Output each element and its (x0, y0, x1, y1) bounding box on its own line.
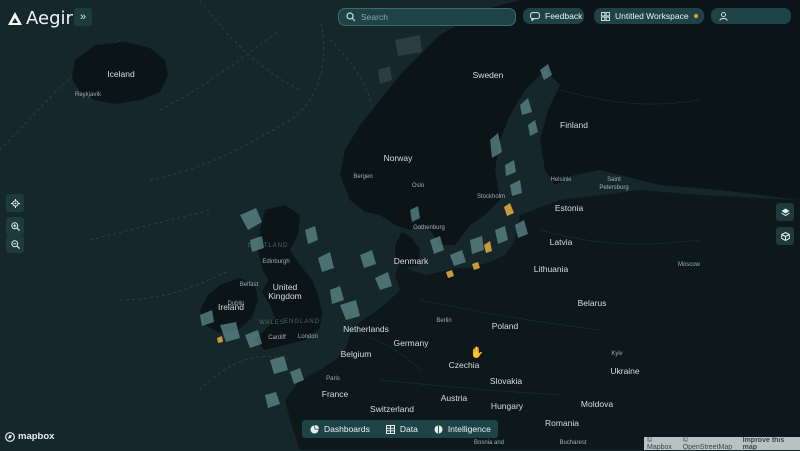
region-label: SCOTLAND (247, 243, 289, 249)
country-label: Poland (491, 321, 519, 331)
city-label: Kyiv (611, 351, 623, 357)
brain-icon (434, 425, 443, 433)
workspace-grid-icon (601, 11, 610, 21)
city-label: Moscow (677, 262, 701, 268)
zoom-in-button[interactable] (6, 217, 24, 235)
user-menu-button[interactable] (711, 8, 791, 24)
city-label: Edinburgh (262, 259, 290, 265)
country-label: Switzerland (370, 404, 414, 414)
mapbox-logo[interactable]: mapbox (5, 431, 54, 442)
country-label: Iceland (107, 69, 135, 79)
map-attribution: © Mapbox © OpenStreetMap Improve this ma… (644, 437, 800, 451)
bottom-navigation: Dashboards Data Intelligence (302, 420, 498, 438)
city-label: Saint (607, 177, 621, 183)
table-icon (385, 424, 395, 434)
country-label: Belarus (577, 298, 607, 308)
country-label: Netherlands (343, 324, 389, 334)
cube-icon (780, 231, 790, 241)
grab-cursor-icon: ✋ (470, 347, 484, 359)
country-label: Romania (544, 418, 580, 428)
country-label: Slovakia (489, 376, 523, 386)
country-label: France (321, 389, 349, 399)
workspace-selector[interactable]: Untitled Workspace (594, 8, 704, 24)
feedback-button[interactable]: Feedback (523, 8, 584, 24)
zoom-in-icon (10, 221, 20, 231)
country-label: Austria (440, 393, 468, 403)
feedback-label: Feedback (545, 11, 583, 21)
search-icon (346, 12, 356, 22)
city-label: Oslo (411, 183, 425, 189)
attribution-improve[interactable]: Improve this map (743, 437, 800, 451)
3d-view-button[interactable] (776, 227, 794, 245)
map-canvas[interactable] (0, 0, 800, 450)
nav-intelligence[interactable]: Intelligence (426, 420, 499, 438)
city-label: Paris (326, 376, 340, 382)
nav-data[interactable]: Data (378, 420, 426, 438)
crosshair-icon (10, 198, 20, 208)
pie-chart-icon (310, 424, 319, 433)
double-chevron-right-icon: » (79, 11, 87, 23)
country-label: Ukraine (610, 366, 640, 376)
country-label: Belgium (340, 349, 372, 359)
country-label: Latvia (549, 237, 573, 247)
expand-sidebar-button[interactable]: » (74, 8, 92, 26)
city-label: London (297, 334, 319, 340)
country-label: Czechia (448, 360, 480, 370)
attribution-mapbox[interactable]: © Mapbox (647, 437, 679, 451)
city-label: Cardiff (268, 335, 286, 341)
aegir-logo-icon (8, 12, 22, 25)
city-label: Petersburg (599, 185, 629, 191)
mapbox-icon (5, 431, 15, 442)
country-label: Sweden (472, 70, 504, 80)
country-label: Lithuania (533, 264, 569, 274)
city-label: Gothenburg (413, 225, 445, 231)
layers-button[interactable] (776, 203, 794, 221)
workspace-label: Untitled Workspace (615, 11, 689, 21)
search-bar[interactable] (338, 8, 516, 26)
city-label: Bosnia and (473, 440, 505, 446)
nav-data-label: Data (399, 424, 418, 434)
city-label: Helsinki (550, 177, 572, 183)
chat-bubble-icon (530, 11, 540, 21)
zoom-out-button[interactable] (6, 235, 24, 253)
app-logo[interactable]: Aegir (8, 8, 73, 29)
city-label: Dublin (227, 301, 245, 307)
city-label: Bergen (353, 174, 373, 180)
country-label: Hungary (490, 401, 524, 411)
city-label: Stockholm (476, 194, 506, 200)
country-label: Moldova (580, 399, 614, 409)
search-input[interactable] (361, 12, 501, 22)
zoom-out-icon (10, 239, 20, 249)
user-icon (719, 11, 728, 21)
city-label: Reykjavík (74, 92, 102, 98)
nav-intelligence-label: Intelligence (447, 424, 491, 434)
country-label: Norway (383, 153, 413, 163)
nav-dashboards-label: Dashboards (324, 424, 370, 434)
country-label: Germany (393, 338, 429, 348)
country-label: Denmark (393, 256, 429, 266)
region-label: WALES (259, 320, 285, 326)
city-label: Bucharest (559, 440, 587, 446)
layers-icon (780, 208, 790, 216)
country-label: Kingdom (268, 291, 302, 301)
nav-dashboards[interactable]: Dashboards (302, 420, 378, 438)
country-label: Estonia (554, 203, 584, 213)
attribution-osm[interactable]: © OpenStreetMap (683, 437, 739, 451)
country-label: Finland (560, 120, 588, 130)
city-label: Berlin (436, 318, 452, 324)
region-label: ENGLAND (283, 319, 321, 325)
city-label: Belfast (239, 282, 259, 288)
mapbox-wordmark: mapbox (18, 431, 55, 442)
unsaved-status-dot (693, 14, 698, 18)
app-name: Aegir (26, 8, 73, 29)
locate-button[interactable] (6, 194, 24, 212)
